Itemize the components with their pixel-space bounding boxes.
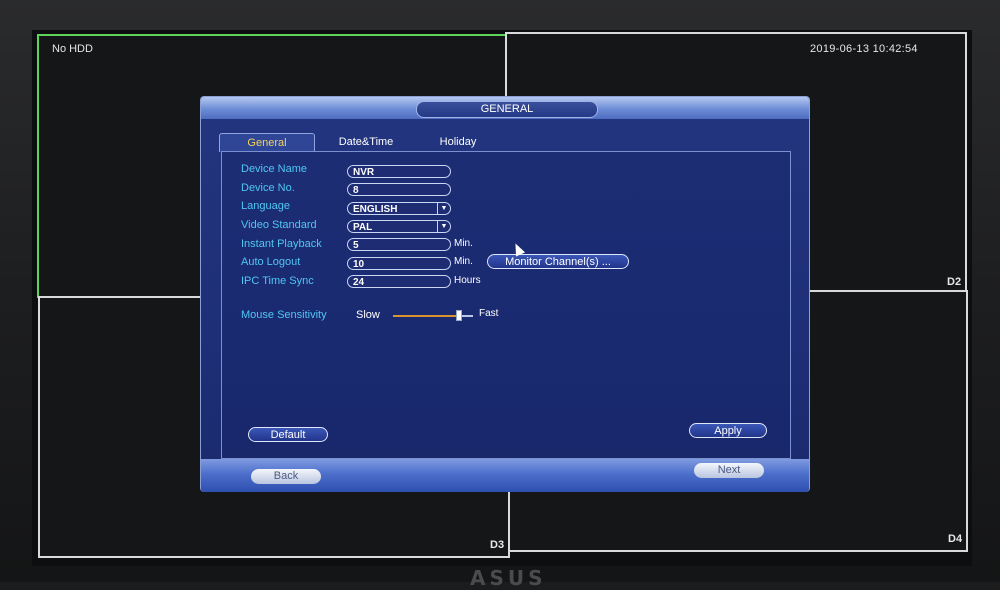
dialog-title-bar: GENERAL xyxy=(201,97,809,119)
video-standard-select[interactable]: PAL ▼ xyxy=(347,220,451,233)
auto-logout-unit: Min. xyxy=(454,256,473,267)
tab-general[interactable]: General xyxy=(219,133,315,152)
device-name-label: Device Name xyxy=(241,163,308,175)
system-clock: 2019-06-13 10:42:54 xyxy=(810,43,918,55)
channel-label-d2: D2 xyxy=(947,276,962,288)
language-select[interactable]: ENGLISH ▼ xyxy=(347,202,451,215)
ipc-time-sync-input[interactable]: 24 xyxy=(347,275,451,288)
dialog-footer: Back Next xyxy=(201,459,809,492)
back-button[interactable]: Back xyxy=(251,469,321,484)
slider-slow-label: Slow xyxy=(356,309,380,321)
video-standard-value: PAL xyxy=(353,222,373,233)
auto-logout-input[interactable]: 10 xyxy=(347,257,451,270)
hdd-status: No HDD xyxy=(52,43,93,55)
device-name-input[interactable]: NVR xyxy=(347,165,451,178)
chevron-down-icon[interactable]: ▼ xyxy=(437,221,450,232)
channel-label-d4: D4 xyxy=(948,533,963,545)
slider-thumb[interactable] xyxy=(456,310,462,321)
instant-playback-unit: Min. xyxy=(454,238,473,249)
ipc-time-sync-unit: Hours xyxy=(454,275,481,286)
mouse-sensitivity-label: Mouse Sensitivity xyxy=(241,309,327,321)
chevron-down-icon[interactable]: ▼ xyxy=(437,203,450,214)
video-standard-label: Video Standard xyxy=(241,219,317,231)
ipc-time-sync-label: IPC Time Sync xyxy=(241,275,314,287)
dialog-title: GENERAL xyxy=(416,101,598,118)
monitor-logo: ASUS xyxy=(470,566,547,590)
apply-button[interactable]: Apply xyxy=(689,423,767,438)
general-dialog: GENERAL General Date&Time Holiday Device… xyxy=(200,96,810,492)
language-value: ENGLISH xyxy=(353,204,398,215)
channel-label-d3: D3 xyxy=(490,539,505,551)
auto-logout-label: Auto Logout xyxy=(241,256,301,268)
default-button[interactable]: Default xyxy=(248,427,328,442)
next-button[interactable]: Next xyxy=(694,463,764,478)
settings-panel xyxy=(221,151,791,459)
slider-fast-label: Fast xyxy=(479,308,499,319)
sensitivity-slider[interactable] xyxy=(393,310,473,322)
slider-fill xyxy=(393,315,459,317)
language-label: Language xyxy=(241,200,290,212)
tab-holiday[interactable]: Holiday xyxy=(417,133,499,151)
instant-playback-input[interactable]: 5 xyxy=(347,238,451,251)
tab-date-time[interactable]: Date&Time xyxy=(321,133,411,151)
device-no-input[interactable]: 8 xyxy=(347,183,451,196)
device-no-label: Device No. xyxy=(241,182,295,194)
instant-playback-label: Instant Playback xyxy=(241,238,322,250)
monitor-channels-button[interactable]: Monitor Channel(s) ... xyxy=(487,254,629,269)
